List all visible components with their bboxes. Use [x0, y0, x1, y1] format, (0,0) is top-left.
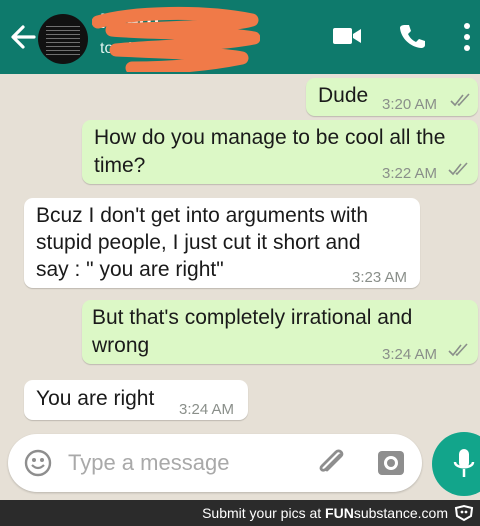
chat-area[interactable]: Dude 3:20 AM How do you manage to be coo… [0, 74, 480, 426]
back-arrow-icon[interactable] [8, 20, 38, 54]
message-text: stupid people, I just cut it short and [36, 231, 361, 254]
message-bubble[interactable]: You are right 3:24 AM [24, 380, 248, 420]
attach-icon[interactable] [314, 447, 348, 479]
mic-icon [453, 449, 475, 477]
message-text: How do you manage to be cool all the [94, 126, 446, 149]
message-text: say : " you are right" [36, 258, 224, 281]
double-check-icon [448, 343, 468, 357]
watermark-footer: Submit your pics at FUNsubstance.com [0, 500, 480, 526]
message-time: 3:23 AM [352, 269, 408, 286]
chat-header: H lerg toc AM [0, 0, 480, 74]
watermark-caption: Submit your pics at [202, 505, 322, 521]
video-call-icon[interactable] [332, 24, 362, 48]
composer-bar: Type a message [0, 426, 480, 500]
redaction-scribble [92, 6, 260, 72]
message-text: time? [94, 154, 146, 177]
watermark-brand-prefix: FUN [325, 505, 354, 521]
message-time: 3:20 AM [382, 96, 438, 113]
more-options-icon[interactable] [462, 22, 472, 52]
message-time: 3:24 AM [382, 346, 438, 363]
camera-icon[interactable] [376, 449, 406, 477]
watermark-brand-suffix: substance.com [353, 505, 448, 521]
message-text: wrong [92, 334, 150, 357]
message-text: Bcuz I don't get into arguments with [36, 204, 369, 227]
message-bubble[interactable]: Dude 3:20 AM [306, 78, 478, 116]
message-placeholder: Type a message [68, 450, 230, 475]
emoji-icon[interactable] [24, 449, 52, 477]
message-time: 3:22 AM [382, 165, 438, 182]
double-check-icon [448, 162, 468, 176]
message-text: Dude [318, 84, 369, 107]
avatar[interactable] [38, 14, 88, 64]
message-input[interactable]: Type a message [8, 434, 422, 492]
double-check-icon [450, 93, 470, 107]
message-bubble[interactable]: Bcuz I don't get into arguments with stu… [24, 198, 420, 288]
watermark-text: Submit your pics at FUNsubstance.com [202, 505, 448, 521]
funsubstance-logo-icon [454, 504, 474, 522]
message-text: But that's completely irrational and [92, 306, 413, 329]
message-text: You are right [36, 387, 155, 410]
message-time: 3:24 AM [179, 401, 235, 418]
message-bubble[interactable]: How do you manage to be cool all the tim… [82, 120, 478, 184]
phone-icon[interactable] [398, 22, 426, 50]
message-bubble[interactable]: But that's completely irrational and wro… [82, 300, 478, 364]
mic-button[interactable] [432, 432, 480, 496]
